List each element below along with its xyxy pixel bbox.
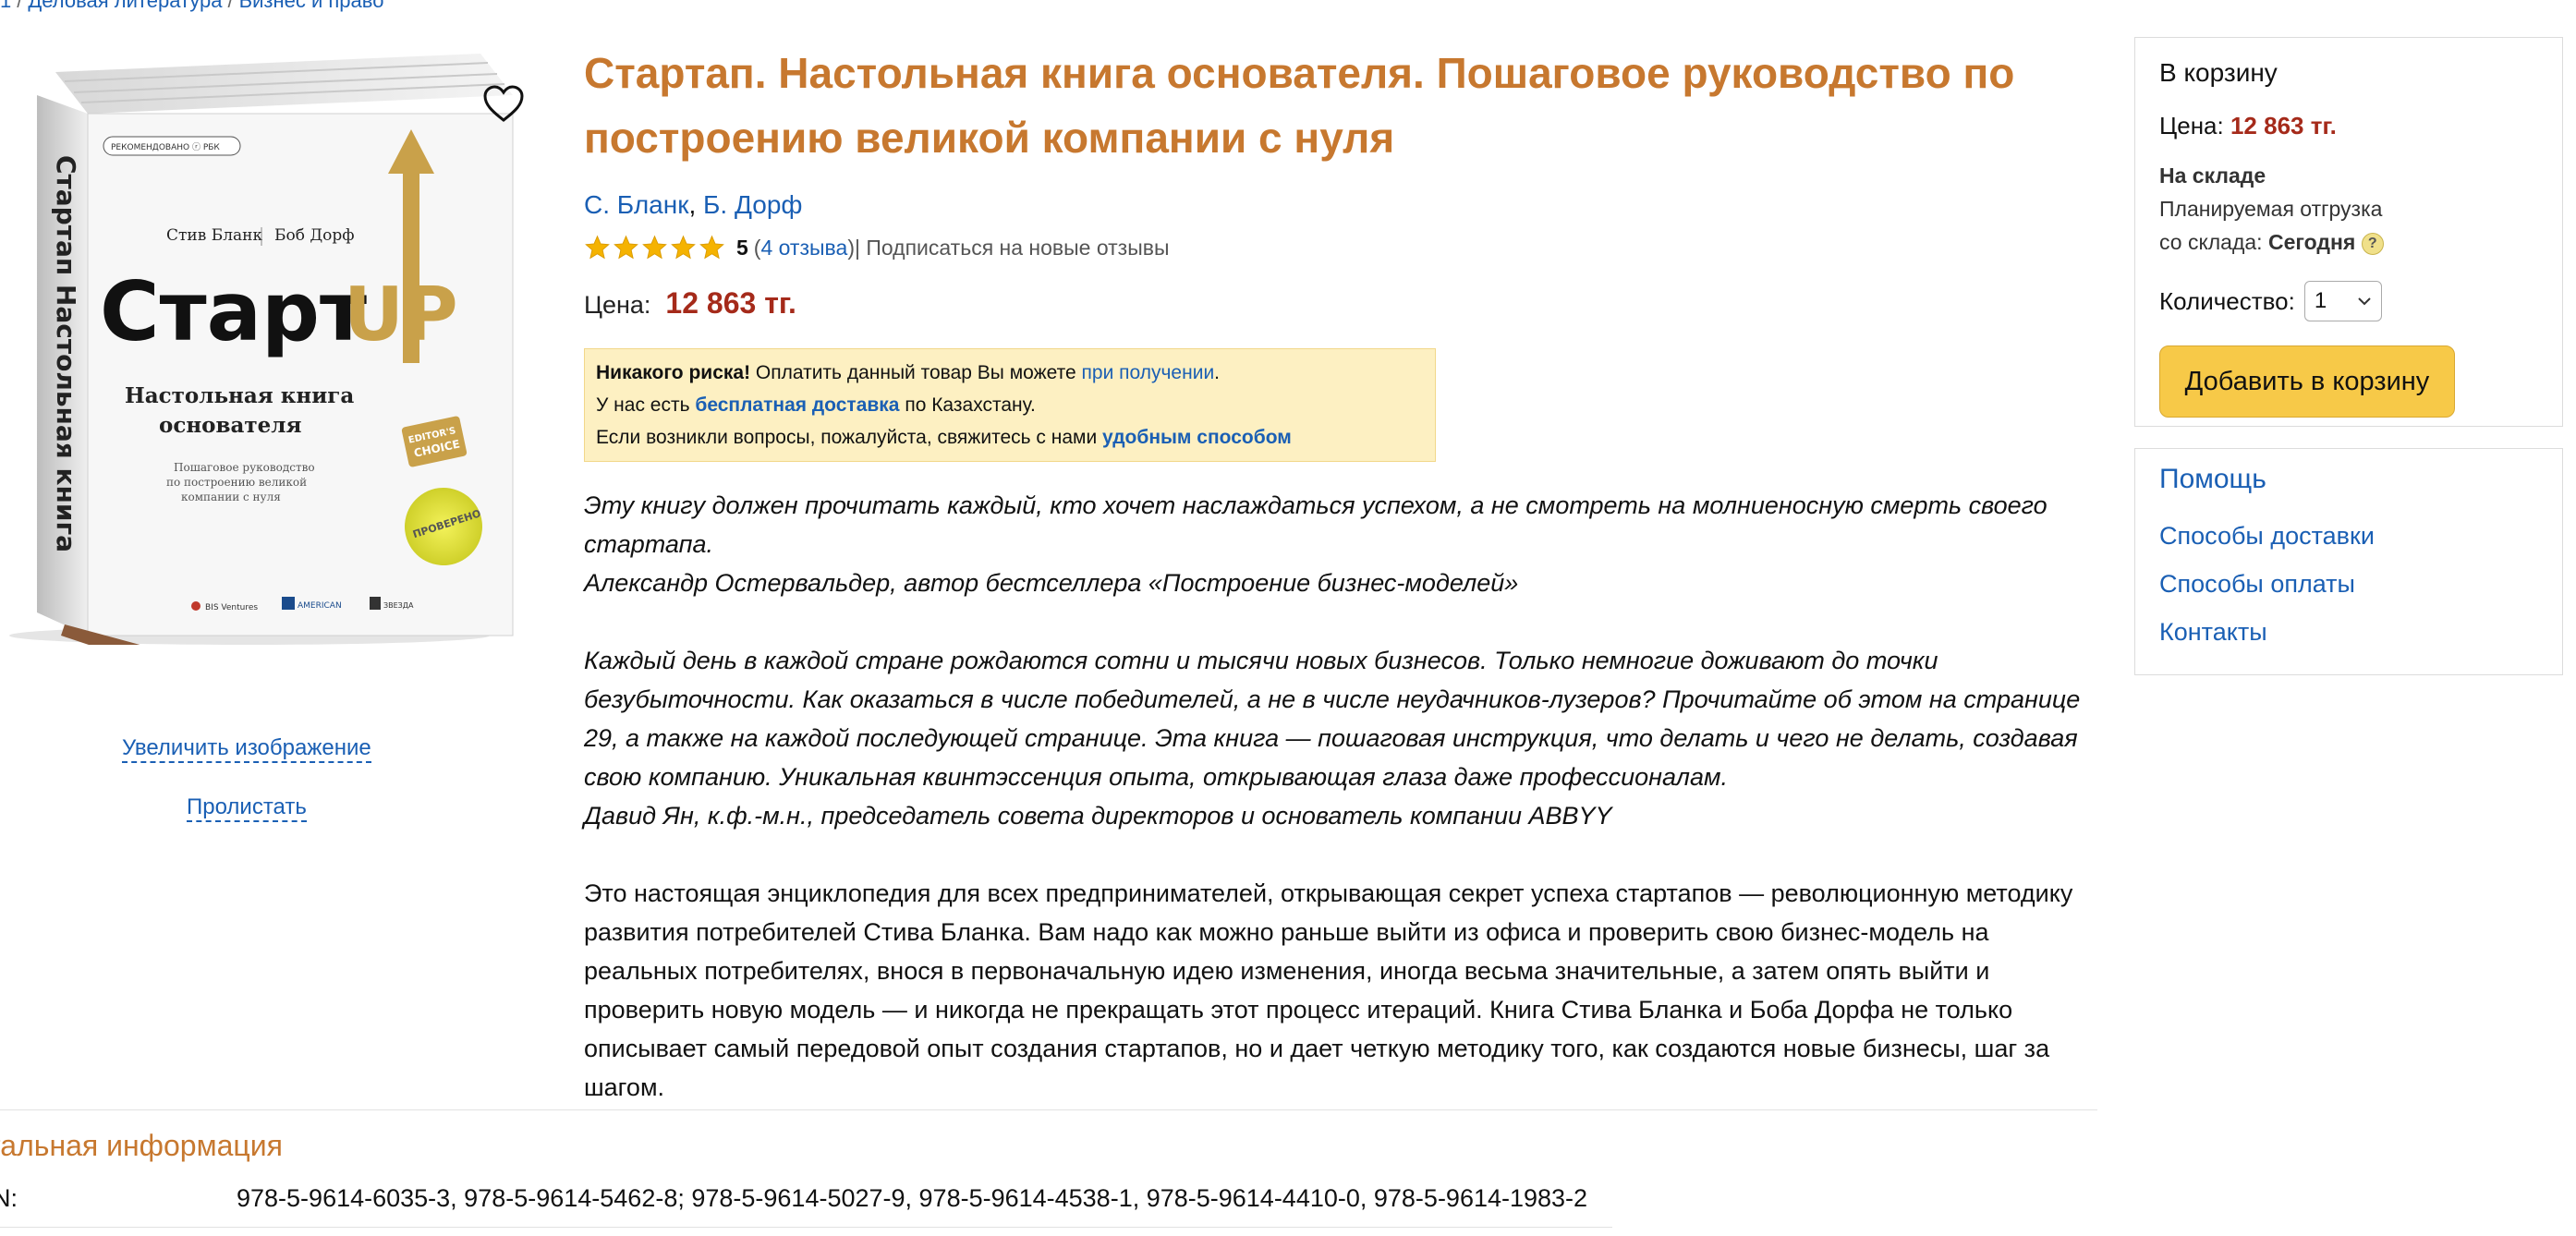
quantity-row: Количество: 1 — [2159, 281, 2538, 321]
quantity-value: 1 — [2314, 288, 2327, 313]
cover-author-2: Боб Дорф — [274, 226, 355, 245]
help-title[interactable]: Помощь — [2159, 464, 2538, 495]
author-separator: , — [688, 190, 704, 219]
cart-price-value: 12 863 тг. — [2230, 112, 2337, 139]
help-panel: Помощь Способы доставки Способы оплаты К… — [2134, 448, 2563, 675]
quote-text: Эту книгу должен прочитать каждый, кто х… — [584, 491, 2047, 558]
cover-subtitle-2: основателя — [159, 413, 302, 438]
rating-stars — [584, 235, 725, 261]
chevron-down-icon — [2358, 297, 2371, 306]
details-heading: тальная информация — [0, 1129, 283, 1162]
heart-icon[interactable] — [482, 85, 525, 124]
help-link-payment[interactable]: Способы оплаты — [2159, 560, 2538, 608]
cover-publisher-3: ЗВЕЗДА — [383, 601, 414, 610]
contact-method-link[interactable]: удобным способом — [1102, 427, 1292, 448]
notice-bold: Никакого риска! — [596, 362, 751, 383]
author-link[interactable]: С. Бланк — [584, 190, 688, 219]
flip-through-link[interactable]: Пролистать — [187, 794, 307, 822]
cover-publisher-1: BIS Ventures — [205, 603, 258, 612]
description-body: Это настоящая энциклопедия для всех пред… — [584, 879, 2073, 1101]
help-links: Способы доставки Способы оплаты Контакты — [2159, 512, 2538, 656]
description-quote-2: Каждый день в каждой стране рождаются со… — [584, 641, 2099, 835]
rating-score: 5 — [736, 235, 748, 260]
cart-panel: В корзину Цена: 12 863 тг. На складе Пла… — [2134, 37, 2563, 427]
row-divider — [0, 1227, 1612, 1228]
cover-small-3: компании с нуля — [181, 491, 281, 503]
zoom-image-link[interactable]: Увеличить изображение — [122, 735, 371, 763]
cover-area: Стартап Настольная книга РЕКОМЕНДОВАНО ⓡ… — [0, 35, 527, 700]
reviews-link[interactable]: 4 отзыва — [760, 236, 847, 261]
quote-text: Каждый день в каждой стране рождаются со… — [584, 647, 2081, 791]
notice-line-1: Никакого риска! Оплатить данный товар Вы… — [596, 357, 1424, 389]
cover-publisher-2: AMERICAN — [298, 601, 342, 611]
pay-on-delivery-link[interactable]: при получении — [1082, 362, 1215, 383]
star-icon — [642, 235, 667, 260]
product-authors: С. Бланк, Б. Дорф — [584, 190, 2099, 220]
cart-price: Цена: 12 863 тг. — [2159, 112, 2538, 140]
rating-row: 5 (4 отзыва) | Подписаться на новые отзы… — [584, 235, 2099, 261]
stock-status: На складе — [2159, 164, 2266, 188]
cover-logo-start: Старт — [100, 264, 367, 359]
product-main: Стартап. Настольная книга основателя. По… — [584, 41, 2099, 1145]
breadcrumb-item[interactable]: Деловая литература — [28, 0, 222, 12]
cart-title: В корзину — [2159, 58, 2278, 87]
subscribe-reviews[interactable]: | Подписаться на новые отзывы — [855, 236, 1170, 261]
notice-line-3: Если возникли вопросы, пожалуйста, свяжи… — [596, 421, 1424, 454]
section-divider — [0, 1109, 2097, 1110]
stock-info: На складе Планируемая отгрузка со склада… — [2159, 159, 2538, 259]
cover-author-1: Стив Бланк — [166, 226, 262, 245]
breadcrumb-separator: / — [227, 0, 234, 12]
quote-attribution: Давид Ян, к.ф.-м.н., председатель совета… — [584, 802, 1612, 830]
shipping-line-2: со склада: Сегодня ? — [2159, 225, 2538, 259]
star-icon — [585, 235, 610, 260]
notice-text: У нас есть — [596, 394, 696, 416]
no-risk-notice: Никакого риска! Оплатить данный товар Вы… — [584, 348, 1436, 462]
breadcrumb-separator: / — [17, 0, 23, 12]
isbn-label: N: — [0, 1184, 18, 1212]
breadcrumb-item[interactable]: 1 — [0, 0, 11, 12]
price-label: Цена: — [584, 291, 651, 319]
question-help-icon[interactable]: ? — [2361, 232, 2384, 255]
quantity-select[interactable]: 1 — [2303, 281, 2382, 321]
notice-text: Оплатить данный товар Вы можете — [750, 362, 1082, 383]
description-quote-1: Эту книгу должен прочитать каждый, кто х… — [584, 486, 2099, 602]
product-description: Эту книгу должен прочитать каждый, кто х… — [584, 486, 2099, 1107]
free-delivery-link[interactable]: бесплатная доставка — [695, 394, 899, 416]
breadcrumb: 1 / Деловая литература / Бизнес и право — [0, 0, 383, 13]
help-link-contacts[interactable]: Контакты — [2159, 608, 2538, 656]
cover-logo-up: UP — [344, 272, 458, 357]
quote-attribution: Александр Остервальдер, автор бестселлер… — [584, 569, 1519, 597]
breadcrumb-item[interactable]: Бизнес и право — [239, 0, 384, 12]
cover-recommended: РЕКОМЕНДОВАНО ⓡ РБК — [111, 142, 220, 152]
author-link[interactable]: Б. Дорф — [703, 190, 802, 219]
rating-close-paren: ) — [847, 235, 855, 260]
notice-line-2: У нас есть бесплатная доставка по Казахс… — [596, 389, 1424, 421]
isbn-value: 978-5-9614-6035-3, 978-5-9614-5462-8; 97… — [237, 1184, 1588, 1212]
add-to-cart-button[interactable]: Добавить в корзину — [2159, 345, 2455, 418]
star-icon — [671, 235, 696, 260]
price-row: Цена: 12 863 тг. — [584, 286, 2099, 321]
star-icon — [699, 235, 724, 260]
spine-text: Стартап Настольная книга — [51, 155, 81, 552]
rating-open-paren: ( — [753, 235, 761, 260]
cover-subtitle-1: Настольная книга — [125, 383, 354, 408]
quantity-label: Количество: — [2159, 286, 2295, 315]
notice-text: Если возникли вопросы, пожалуйста, свяжи… — [596, 427, 1103, 448]
cart-price-label: Цена: — [2159, 112, 2230, 139]
star-icon — [614, 235, 638, 260]
shipping-when: Сегодня — [2267, 230, 2356, 254]
product-title: Стартап. Настольная книга основателя. По… — [584, 49, 2015, 162]
shipping-line-1: Планируемая отгрузка — [2159, 197, 2383, 221]
notice-text: . — [1214, 362, 1221, 383]
cover-small-1: Пошаговое руководство — [174, 461, 315, 474]
notice-text: по Казахстану. — [899, 394, 1036, 416]
book-cover-image[interactable]: Стартап Настольная книга РЕКОМЕНДОВАНО ⓡ… — [0, 44, 517, 645]
help-link-delivery[interactable]: Способы доставки — [2159, 512, 2538, 560]
price-value: 12 863 тг. — [665, 286, 796, 320]
shipping-label: со склада: — [2159, 230, 2268, 254]
cover-small-2: по построению великой — [166, 476, 307, 489]
